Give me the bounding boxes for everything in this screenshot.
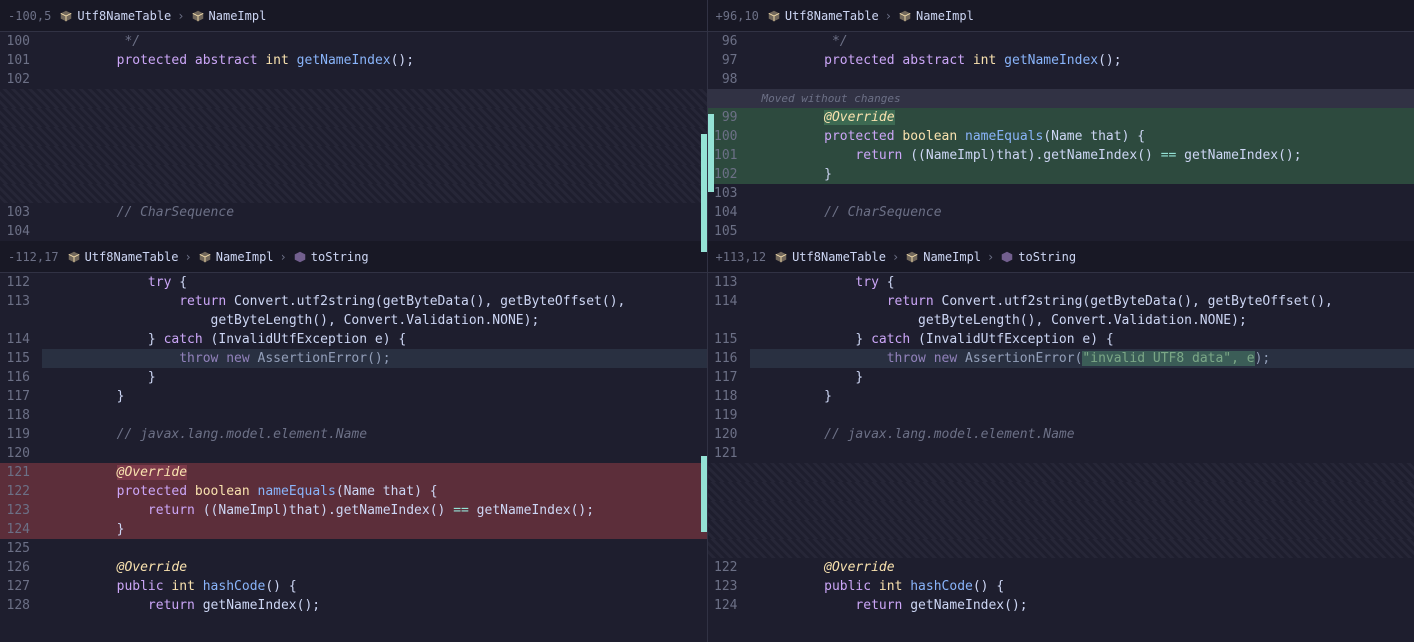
class-icon <box>191 9 205 23</box>
line-number: 120 <box>708 425 750 444</box>
hunk-header-2-left[interactable]: -112,17 Utf8NameTable › NameImpl › toStr… <box>0 241 707 273</box>
selection-bar <box>701 134 707 252</box>
line-number: 101 <box>0 51 42 70</box>
chevron-right-icon: › <box>185 250 192 264</box>
breadcrumb-item[interactable]: Utf8NameTable <box>77 9 171 23</box>
line-number: 98 <box>708 70 750 89</box>
code-block-2-left[interactable]: 112 try { 113 return Convert.utf2string(… <box>0 273 707 615</box>
line-number: 123 <box>0 501 42 520</box>
line-number: 117 <box>0 387 42 406</box>
line-number: 118 <box>0 406 42 425</box>
moved-banner: Moved without changes <box>708 89 1414 108</box>
line-number: 100 <box>0 32 42 51</box>
chevron-right-icon: › <box>987 250 994 264</box>
chevron-right-icon: › <box>280 250 287 264</box>
line-number: 128 <box>0 596 42 615</box>
line-number: 119 <box>0 425 42 444</box>
line-number: 115 <box>708 330 750 349</box>
class-icon <box>898 9 912 23</box>
line-number: 101 <box>708 146 750 165</box>
right-pane: +96,10 Utf8NameTable › NameImpl 96 */ 97… <box>708 0 1414 642</box>
line-number: 122 <box>708 558 750 577</box>
line-number: 105 <box>708 222 750 241</box>
class-icon <box>774 250 788 264</box>
chevron-right-icon: › <box>177 9 184 23</box>
breadcrumb-item[interactable]: Utf8NameTable <box>85 250 179 264</box>
line-number: 116 <box>0 368 42 387</box>
breadcrumb-item[interactable]: NameImpl <box>916 9 974 23</box>
hunk-range: +96,10 <box>716 9 759 23</box>
line-number: 121 <box>0 463 42 482</box>
selection-bar <box>701 456 707 532</box>
line-number: 103 <box>0 203 42 222</box>
code-block-1-left[interactable]: 100 */ 101 protected abstract int getNam… <box>0 32 707 241</box>
line-number: 102 <box>708 165 750 184</box>
diff-view: -100,5 Utf8NameTable › NameImpl 100 */ 1… <box>0 0 1414 642</box>
hunk-header-1-right[interactable]: +96,10 Utf8NameTable › NameImpl <box>708 0 1414 32</box>
breadcrumb-item[interactable]: Utf8NameTable <box>792 250 886 264</box>
line-number: 103 <box>708 184 750 203</box>
line-number: 122 <box>0 482 42 501</box>
line-number: 119 <box>708 406 750 425</box>
class-icon <box>905 250 919 264</box>
line-number: 104 <box>0 222 42 241</box>
class-icon <box>198 250 212 264</box>
hunk-range: -112,17 <box>8 250 59 264</box>
line-number: 124 <box>0 520 42 539</box>
class-icon <box>67 250 81 264</box>
line-number: 118 <box>708 387 750 406</box>
code-block-2-right[interactable]: 113 try { 114 return Convert.utf2string(… <box>708 273 1414 615</box>
code-block-1-right[interactable]: 96 */ 97 protected abstract int getNameI… <box>708 32 1414 241</box>
line-number: 121 <box>708 444 750 463</box>
line-number: 102 <box>0 70 42 89</box>
hunk-header-1-left[interactable]: -100,5 Utf8NameTable › NameImpl <box>0 0 707 32</box>
line-number: 123 <box>708 577 750 596</box>
chevron-right-icon: › <box>885 9 892 23</box>
breadcrumb-item[interactable]: toString <box>1018 250 1076 264</box>
line-number: 113 <box>0 292 42 311</box>
hunk-header-2-right[interactable]: +113,12 Utf8NameTable › NameImpl › toStr… <box>708 241 1414 273</box>
line-number: 124 <box>708 596 750 615</box>
line-number: 97 <box>708 51 750 70</box>
line-number: 99 <box>708 108 750 127</box>
line-number: 126 <box>0 558 42 577</box>
line-number: 127 <box>0 577 42 596</box>
line-number: 113 <box>708 273 750 292</box>
line-number: 117 <box>708 368 750 387</box>
line-number: 114 <box>0 330 42 349</box>
line-number: 116 <box>708 349 750 368</box>
line-number: 112 <box>0 273 42 292</box>
selection-bar <box>708 114 714 192</box>
left-pane: -100,5 Utf8NameTable › NameImpl 100 */ 1… <box>0 0 708 642</box>
chevron-right-icon: › <box>892 250 899 264</box>
class-icon <box>59 9 73 23</box>
method-icon <box>1000 250 1014 264</box>
breadcrumb-item[interactable]: toString <box>311 250 369 264</box>
hunk-range: +113,12 <box>716 250 767 264</box>
breadcrumb-item[interactable]: NameImpl <box>209 9 267 23</box>
breadcrumb-item[interactable]: NameImpl <box>216 250 274 264</box>
line-number: 125 <box>0 539 42 558</box>
breadcrumb-item[interactable]: NameImpl <box>923 250 981 264</box>
line-number: 100 <box>708 127 750 146</box>
method-icon <box>293 250 307 264</box>
line-number: 96 <box>708 32 750 51</box>
class-icon <box>767 9 781 23</box>
line-number: 115 <box>0 349 42 368</box>
hunk-range: -100,5 <box>8 9 51 23</box>
line-number: 120 <box>0 444 42 463</box>
line-number: 104 <box>708 203 750 222</box>
breadcrumb-item[interactable]: Utf8NameTable <box>785 9 879 23</box>
line-number: 114 <box>708 292 750 311</box>
